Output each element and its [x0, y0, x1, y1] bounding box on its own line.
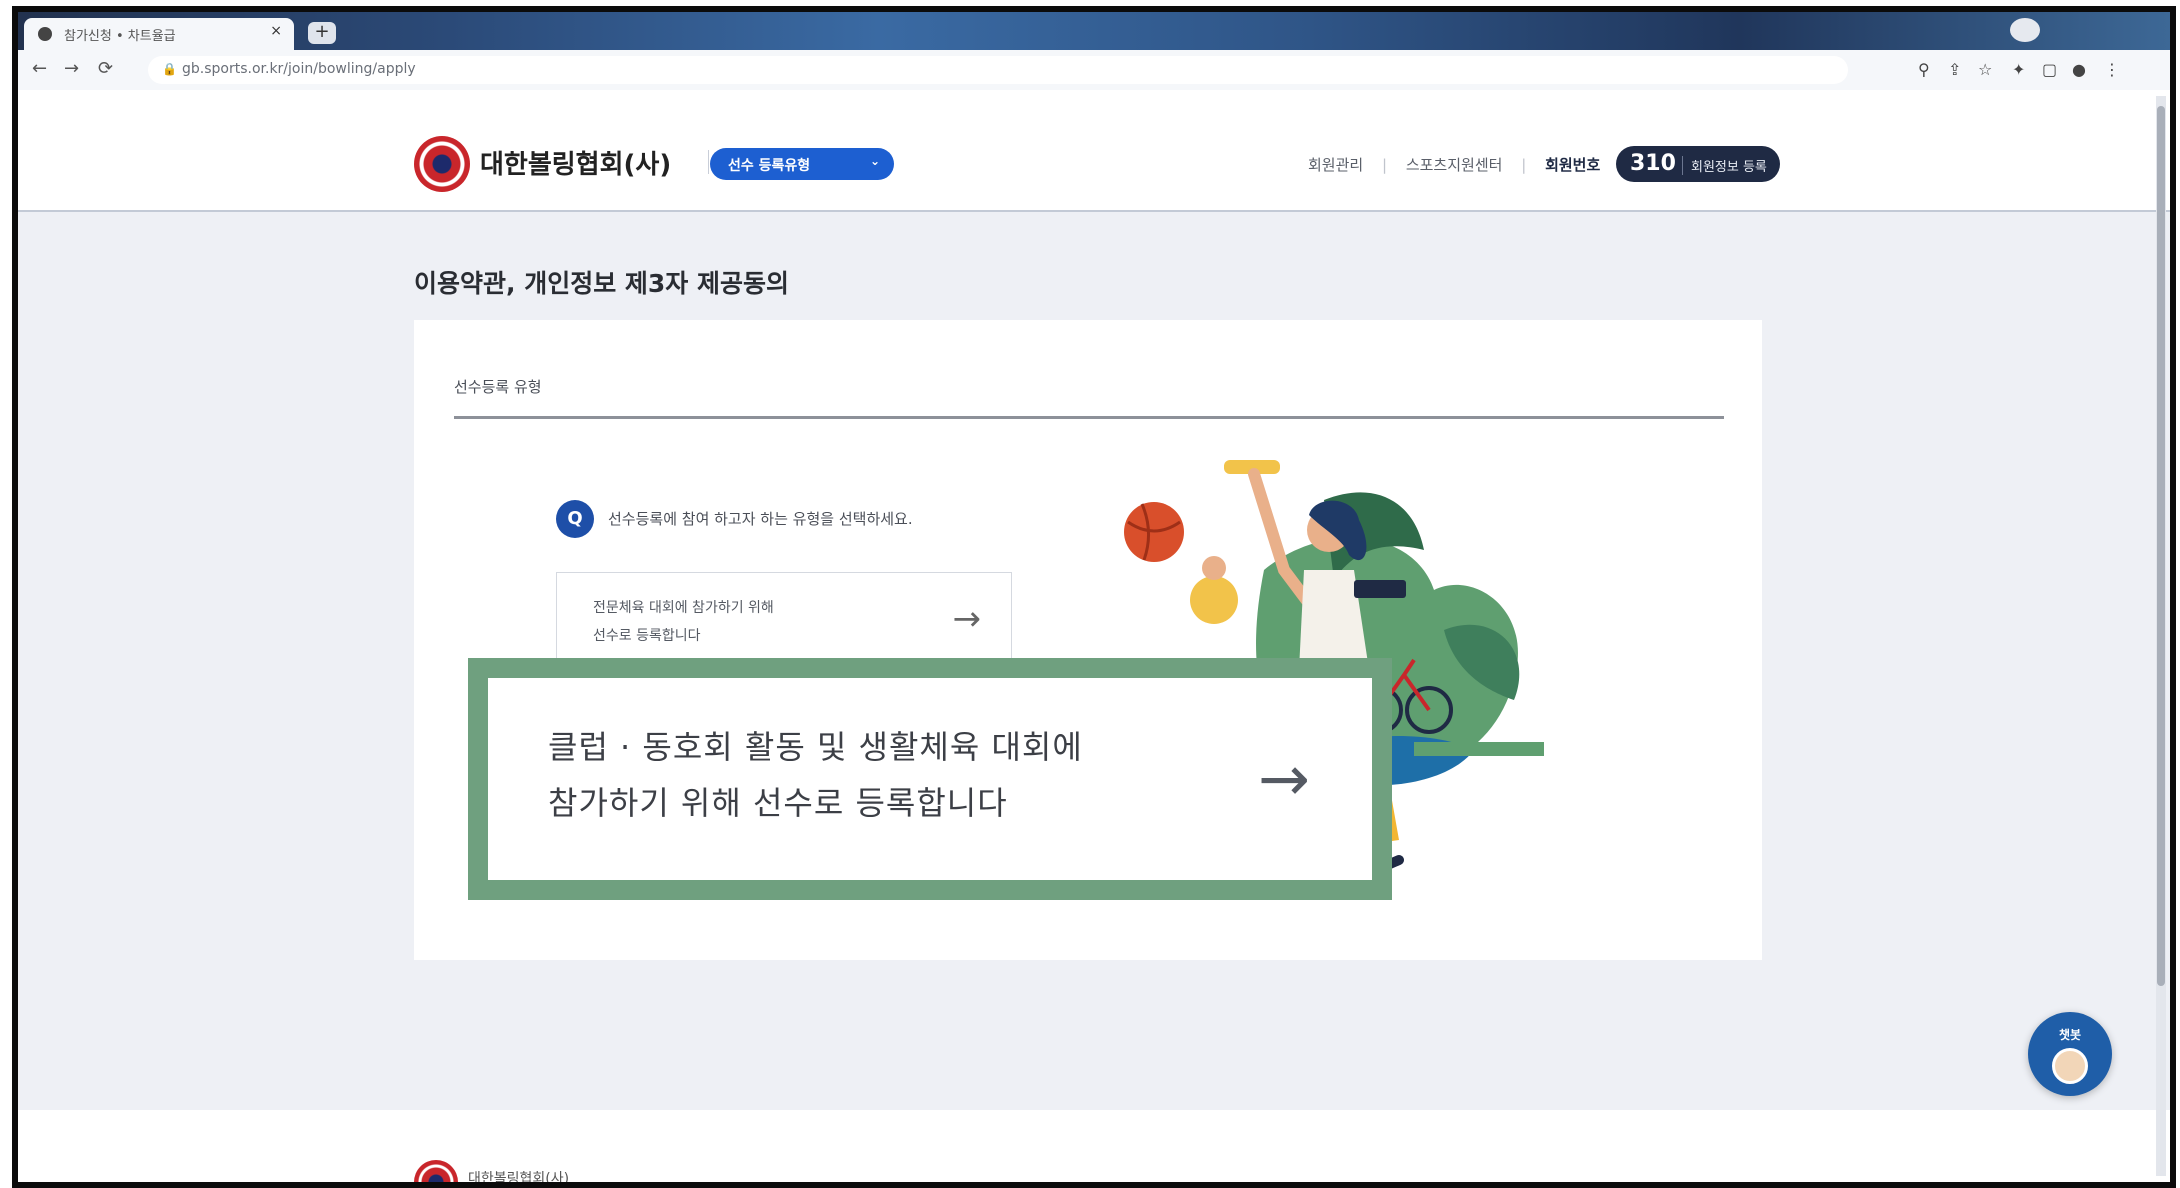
member-number: 310: [1630, 151, 1676, 176]
chatbot-avatar-icon: [2052, 1048, 2088, 1084]
forward-icon[interactable]: →: [64, 58, 79, 79]
screen: 참가신청 • 차트율급 × + ← → ⟳ 🔒 gb.sports.or.kr/…: [18, 12, 2170, 1182]
footer-org-name: 대한볼링협회(사): [468, 1171, 570, 1182]
chevron-down-icon: ⌄: [869, 154, 880, 168]
member-number-badge[interactable]: 310 회원정보 등록: [1616, 146, 1780, 182]
registration-type-dropdown[interactable]: 선수 등록유형 ⌄: [710, 148, 894, 180]
site-header: 대한볼링협회(사) 선수 등록유형 ⌄ 회원관리 | 스포츠지원센터 | 회원번…: [18, 90, 2170, 212]
section-divider: [454, 416, 1724, 419]
nav-item-member[interactable]: 회원관리: [1308, 156, 1363, 174]
lock-icon: 🔒: [162, 62, 177, 76]
nav-separator: |: [1521, 156, 1527, 174]
section-label: 선수등록 유형: [454, 378, 542, 396]
top-nav: 회원관리 | 스포츠지원센터 | 회원번호: [1308, 154, 1614, 175]
arrow-right-icon: →: [1258, 742, 1310, 815]
back-icon[interactable]: ←: [32, 58, 47, 79]
ground-strip: [1414, 742, 1544, 756]
option-text-line1: 클럽 · 동호회 활동 및 생활체육 대회에: [548, 728, 1083, 766]
member-info-link: 회원정보 등록: [1682, 156, 1767, 175]
new-tab-button[interactable]: +: [308, 22, 336, 44]
extensions-icon[interactable]: ✦: [2012, 60, 2025, 79]
sidepanel-icon[interactable]: ▢: [2042, 60, 2057, 79]
page-scrollbar[interactable]: [2156, 96, 2166, 1176]
nav-separator: |: [1381, 156, 1388, 174]
tab-title: 참가신청 • 차트율급: [64, 29, 176, 44]
reload-icon[interactable]: ⟳: [98, 58, 113, 79]
tag-sign: [1354, 580, 1406, 598]
site-favicon-icon: [38, 27, 52, 41]
person-head: [1202, 556, 1226, 580]
address-bar[interactable]: 🔒 gb.sports.or.kr/join/bowling/apply: [148, 56, 1848, 84]
chatbot-label: 챗봇: [2058, 1028, 2082, 1042]
url-text: gb.sports.or.kr/join/bowling/apply: [182, 61, 416, 77]
menu-kebab-icon[interactable]: ⋮: [2104, 60, 2120, 79]
bookmark-star-icon[interactable]: ☆: [1978, 60, 1992, 79]
divider: [708, 150, 709, 174]
footer-logo-icon: [414, 1160, 458, 1182]
option-text-line2: 참가하기 위해 선수로 등록합니다: [548, 784, 1008, 822]
question-badge-icon: Q: [556, 500, 594, 538]
profile-icon[interactable]: [2010, 18, 2040, 42]
page-title: 이용약관, 개인정보 제3자 제공동의: [414, 269, 790, 298]
org-name[interactable]: 대한볼링협회(사): [480, 144, 671, 181]
chatbot-button[interactable]: 챗봇: [2028, 1012, 2112, 1096]
scrollbar-thumb[interactable]: [2157, 106, 2165, 986]
browser-toolbar: ← → ⟳ 🔒 gb.sports.or.kr/join/bowling/app…: [18, 50, 2170, 91]
profile-avatar-icon[interactable]: ●: [2072, 60, 2086, 79]
browser-tab[interactable]: 참가신청 • 차트율급 ×: [24, 18, 294, 50]
option-elite-athlete[interactable]: 전문체육 대회에 참가하기 위해 선수로 등록합니다 →: [556, 572, 1012, 672]
browser-tab-bar: 참가신청 • 차트율급 × +: [18, 12, 2170, 50]
nav-item-member-number: 회원번호: [1545, 156, 1601, 174]
nav-item-support[interactable]: 스포츠지원센터: [1406, 156, 1503, 174]
dropdown-label: 선수 등록유형: [728, 158, 811, 174]
tab-close-icon[interactable]: ×: [270, 23, 282, 39]
question-text: 선수등록에 참여 하고자 하는 유형을 선택하세요.: [608, 510, 913, 528]
person-figure: [1190, 576, 1238, 624]
option-text-line2: 선수로 등록합니다: [593, 628, 701, 644]
share-icon[interactable]: ⇪: [1948, 60, 1961, 79]
arrow-right-icon: →: [952, 599, 982, 639]
association-logo-icon[interactable]: [414, 136, 470, 192]
option-text-line1: 전문체육 대회에 참가하기 위해: [593, 600, 774, 616]
option-club-recreational[interactable]: 클럽 · 동호회 활동 및 생활체육 대회에 참가하기 위해 선수로 등록합니다…: [468, 658, 1392, 900]
site-footer: 대한볼링협회(사): [18, 1110, 2170, 1182]
zoom-icon[interactable]: ⚲: [1918, 60, 1930, 79]
